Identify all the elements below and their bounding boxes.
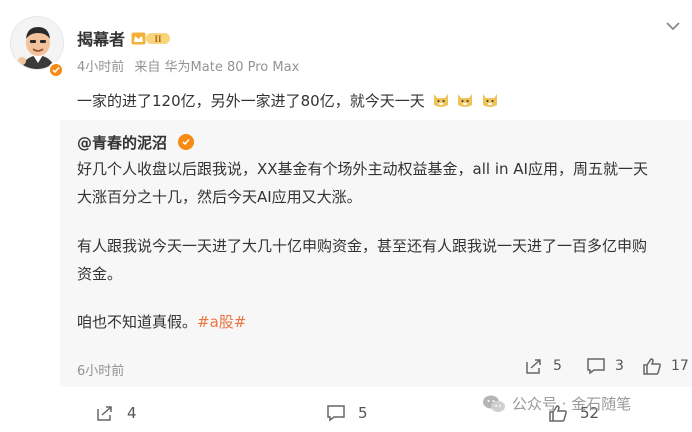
post-source: 来自 华为Mate 80 Pro Max <box>134 60 300 75</box>
author-name[interactable]: 揭幕者 <box>77 26 125 50</box>
repost-time[interactable]: 6小时前 <box>77 360 124 379</box>
comment-count: 5 <box>358 404 368 422</box>
weibo-post-card: 揭幕者 II 4小时前 来自 华为Mate 80 Pro Max 一家的进了12… <box>0 0 692 432</box>
repost-author[interactable]: @青春的泥沼 <box>77 132 167 153</box>
post-time[interactable]: 4小时前 <box>77 60 124 75</box>
verified-badge-icon <box>48 62 64 78</box>
doge-emoji-icon <box>458 94 473 107</box>
hashtag-link[interactable]: #a股# <box>197 313 246 331</box>
post-body: 一家的进了120亿，另外一家进了80亿，就今天一天 <box>77 92 425 110</box>
comment-icon <box>587 358 605 375</box>
repost-text-line: 咱也不知道真假。#a股# <box>77 311 246 332</box>
wechat-icon <box>483 395 505 412</box>
repost-comment-count: 3 <box>615 358 624 374</box>
watermark-text: 公众号 · 金石随笔 <box>512 395 632 413</box>
repost-comment-button[interactable]: 3 <box>586 357 624 375</box>
repost-text-line: 有人跟我说今天一天进了大几十亿申购资金，甚至还有人跟我说一天进了一百多亿申购 <box>77 237 648 255</box>
repost-text-line: 好几个人收盘以后跟我说，XX基金有个场外主动权益基金，all in AI应用，周… <box>77 160 648 178</box>
repost-text-line: 资金。 <box>77 265 123 283</box>
thumbs-up-icon <box>643 358 661 375</box>
verified-badge-icon <box>178 134 194 150</box>
repost-text: 咱也不知道真假。 <box>77 313 198 331</box>
post-meta: 4小时前 来自 华为Mate 80 Pro Max <box>77 56 305 75</box>
repost-box[interactable]: @青春的泥沼 好几个人收盘以后跟我说，XX基金有个场外主动权益基金，all in… <box>60 120 692 387</box>
repost-like-count: 17 <box>671 358 689 374</box>
post-text: 一家的进了120亿，另外一家进了80亿，就今天一天 <box>77 90 499 111</box>
doge-emoji-icon <box>433 94 448 107</box>
level-badge-icon[interactable]: II <box>131 31 171 46</box>
share-button[interactable]: 4 <box>95 404 137 422</box>
repost-text-line: 大涨百分之十几，然后今天AI应用又大涨。 <box>77 188 362 206</box>
repost-like-button[interactable]: 17 <box>642 357 689 375</box>
comment-icon <box>327 405 345 422</box>
repost-icon <box>526 359 541 374</box>
watermark: 公众号 · 金石随笔 <box>482 393 631 414</box>
repost-icon <box>97 406 112 421</box>
repost-share-button[interactable]: 5 <box>524 357 562 375</box>
comment-button[interactable]: 5 <box>326 404 368 422</box>
chevron-down-icon[interactable] <box>665 19 681 33</box>
doge-emoji-icon <box>483 94 498 107</box>
share-count: 4 <box>127 404 137 422</box>
repost-share-count: 5 <box>553 358 562 374</box>
level-badge-text: II <box>154 34 162 44</box>
